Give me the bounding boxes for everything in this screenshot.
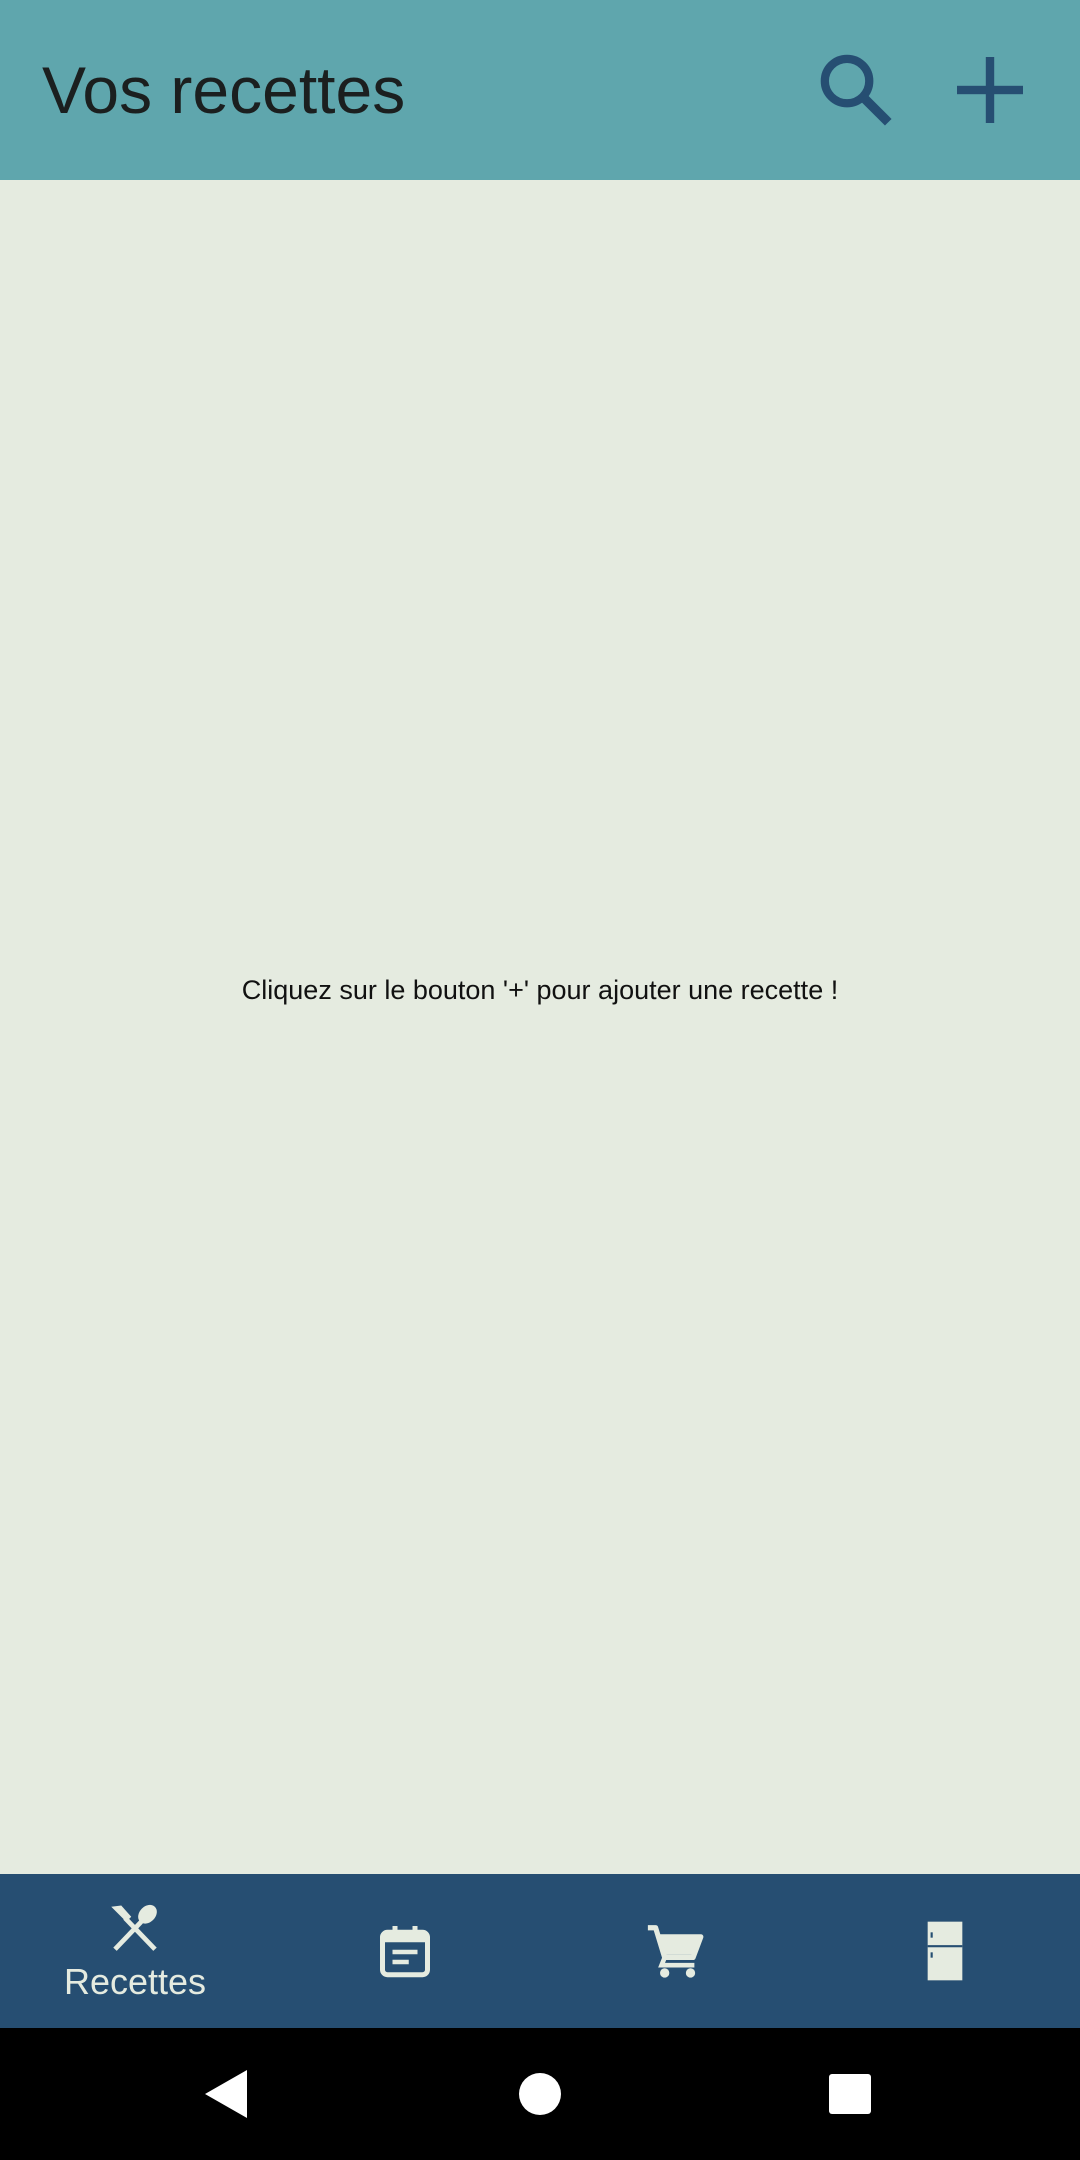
fridge-icon [927,1921,963,1981]
back-icon [205,2070,247,2118]
system-recents-button[interactable] [810,2054,890,2134]
recipe-list-area: Cliquez sur le bouton '+' pour ajouter u… [0,180,1080,1874]
search-icon [820,54,892,126]
add-recipe-button[interactable] [940,40,1040,140]
app-bar: Vos recettes [0,0,1080,180]
bottom-navigation: Recettes [0,1874,1080,2028]
system-home-button[interactable] [500,2054,580,2134]
page-title: Vos recettes [42,53,406,127]
fork-spoon-icon [111,1904,157,1951]
recipes-screen: Vos recettes Cliquez sur le bouton '+' p… [0,0,1080,2160]
system-navigation-bar [0,2028,1080,2160]
nav-label-recettes: Recettes [63,1961,207,2002]
plus-icon [957,57,1023,123]
nav-item-recettes[interactable]: Recettes [0,1874,270,2028]
nav-item-planning[interactable] [270,1874,540,2028]
system-back-button[interactable] [186,2054,266,2134]
home-icon [519,2073,561,2115]
recents-icon [829,2074,871,2114]
cart-icon [647,1925,704,1978]
search-button[interactable] [806,40,906,140]
nav-item-fridge[interactable] [810,1874,1080,2028]
empty-state-message: Cliquez sur le bouton '+' pour ajouter u… [241,975,839,1005]
nav-item-shopping[interactable] [540,1874,810,2028]
calendar-icon [380,1926,430,1978]
